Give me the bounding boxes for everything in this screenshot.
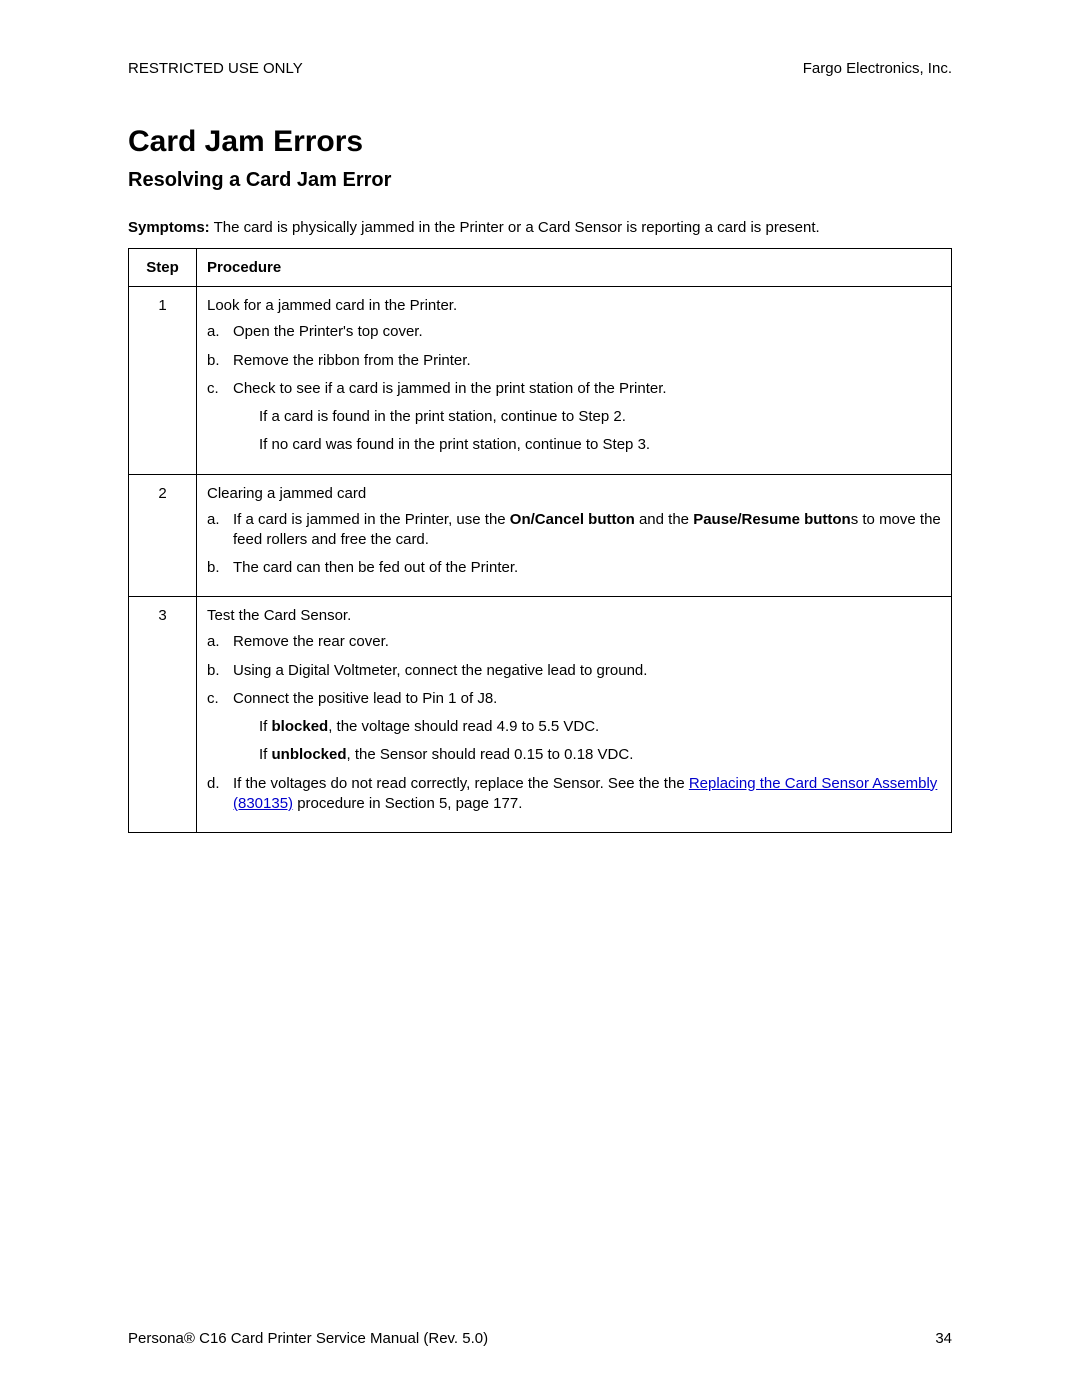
list-text: Check to see if a card is jammed in the …: [233, 380, 667, 397]
list-item: c. Connect the positive lead to Pin 1 of…: [207, 689, 941, 709]
bold-text: unblocked: [272, 746, 347, 763]
list-text: Remove the ribbon from the Printer.: [233, 352, 471, 369]
list-marker: b.: [207, 351, 220, 371]
registered-mark: ®: [184, 1330, 195, 1347]
step-number: 2: [129, 474, 197, 597]
list-item: b. The card can then be fed out of the P…: [207, 558, 941, 578]
list-marker: a.: [207, 322, 220, 342]
list-marker: b.: [207, 661, 220, 681]
bold-text: blocked: [272, 718, 329, 735]
procedure-cell: Look for a jammed card in the Printer. a…: [197, 287, 952, 474]
page-number: 34: [935, 1330, 952, 1347]
list-text: Connect the positive lead to Pin 1 of J8…: [233, 690, 497, 707]
list-marker: d.: [207, 774, 220, 794]
indented-note: If no card was found in the print statio…: [259, 435, 941, 455]
sub-list: d. If the voltages do not read correctly…: [207, 774, 941, 815]
col-procedure: Procedure: [197, 249, 952, 287]
list-item: b. Using a Digital Voltmeter, connect th…: [207, 661, 941, 681]
list-marker: b.: [207, 558, 220, 578]
footer-left: Persona® C16 Card Printer Service Manual…: [128, 1330, 488, 1347]
indented-note: If blocked, the voltage should read 4.9 …: [259, 717, 941, 737]
list-marker: c.: [207, 379, 219, 399]
list-text: The card can then be fed out of the Prin…: [233, 559, 518, 576]
list-item: c. Check to see if a card is jammed in t…: [207, 379, 941, 399]
list-marker: a.: [207, 632, 220, 652]
procedure-table: Step Procedure 1 Look for a jammed card …: [128, 248, 952, 833]
page-header: RESTRICTED USE ONLY Fargo Electronics, I…: [128, 60, 952, 77]
bold-text: On/Cancel button: [510, 511, 635, 528]
list-item: a. If a card is jammed in the Printer, u…: [207, 510, 941, 551]
list-marker: a.: [207, 510, 220, 530]
sub-list: a. Remove the rear cover. b. Using a Dig…: [207, 632, 941, 709]
list-text: Using a Digital Voltmeter, connect the n…: [233, 662, 647, 679]
step-number: 3: [129, 597, 197, 833]
list-text: Remove the rear cover.: [233, 633, 389, 650]
list-item: a. Open the Printer's top cover.: [207, 322, 941, 342]
list-text: If the voltages do not read correctly, r…: [233, 775, 937, 812]
sub-list: a. If a card is jammed in the Printer, u…: [207, 510, 941, 579]
table-row: 3 Test the Card Sensor. a. Remove the re…: [129, 597, 952, 833]
indented-note: If a card is found in the print station,…: [259, 407, 941, 427]
list-item: d. If the voltages do not read correctly…: [207, 774, 941, 815]
symptoms-text: The card is physically jammed in the Pri…: [210, 219, 820, 236]
list-text: If a card is jammed in the Printer, use …: [233, 511, 941, 548]
table-header-row: Step Procedure: [129, 249, 952, 287]
list-item: b. Remove the ribbon from the Printer.: [207, 351, 941, 371]
page-title: Card Jam Errors: [128, 125, 952, 159]
sub-list: a. Open the Printer's top cover. b. Remo…: [207, 322, 941, 399]
procedure-cell: Test the Card Sensor. a. Remove the rear…: [197, 597, 952, 833]
list-item: a. Remove the rear cover.: [207, 632, 941, 652]
page-footer: Persona® C16 Card Printer Service Manual…: [128, 1330, 952, 1347]
header-left: RESTRICTED USE ONLY: [128, 60, 303, 77]
row-intro: Look for a jammed card in the Printer.: [207, 297, 941, 314]
page-subtitle: Resolving a Card Jam Error: [128, 169, 952, 192]
col-step: Step: [129, 249, 197, 287]
table-row: 2 Clearing a jammed card a. If a card is…: [129, 474, 952, 597]
bold-text: Pause/Resume button: [693, 511, 851, 528]
symptoms-paragraph: Symptoms: The card is physically jammed …: [128, 218, 952, 238]
step-number: 1: [129, 287, 197, 474]
header-right: Fargo Electronics, Inc.: [803, 60, 952, 77]
row-intro: Test the Card Sensor.: [207, 607, 941, 624]
procedure-cell: Clearing a jammed card a. If a card is j…: [197, 474, 952, 597]
list-marker: c.: [207, 689, 219, 709]
symptoms-label: Symptoms:: [128, 219, 210, 236]
list-text: Open the Printer's top cover.: [233, 323, 423, 340]
indented-note: If unblocked, the Sensor should read 0.1…: [259, 745, 941, 765]
row-intro: Clearing a jammed card: [207, 485, 941, 502]
table-row: 1 Look for a jammed card in the Printer.…: [129, 287, 952, 474]
